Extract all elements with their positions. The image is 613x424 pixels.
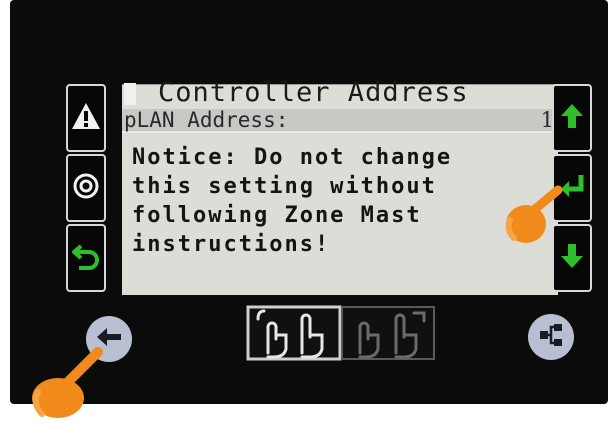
up-button[interactable]	[552, 84, 592, 152]
lcd-display: Controller Address pLAN Address: 1 Notic…	[122, 77, 558, 295]
warning-triangle-icon	[70, 101, 102, 135]
touch-keys-area[interactable]	[246, 305, 436, 361]
address-label: pLAN Address:	[124, 108, 289, 132]
notice-line: this setting without	[132, 174, 437, 199]
alarm-button[interactable]	[66, 84, 106, 152]
escape-button[interactable]	[66, 224, 106, 292]
program-button[interactable]	[66, 154, 106, 222]
tree-icon	[537, 321, 565, 353]
menu-tree-button[interactable]	[528, 314, 574, 360]
title-bar: Controller Address	[122, 77, 558, 108]
notice-message: Notice: Do not change this setting witho…	[132, 143, 556, 259]
notice-line: Notice: Do not change	[132, 145, 453, 170]
return-arrow-icon	[71, 240, 101, 276]
pointing-hand-icon	[24, 342, 114, 424]
notice-line: following Zone Mast	[132, 203, 422, 228]
address-row[interactable]: pLAN Address: 1	[122, 108, 558, 133]
circle-icon	[72, 172, 100, 204]
pointing-hand-icon	[500, 180, 564, 254]
notice-line: instructions!	[132, 232, 331, 257]
text-cursor	[124, 83, 136, 105]
page-title: Controller Address	[158, 77, 469, 108]
arrow-up-icon	[558, 101, 586, 135]
